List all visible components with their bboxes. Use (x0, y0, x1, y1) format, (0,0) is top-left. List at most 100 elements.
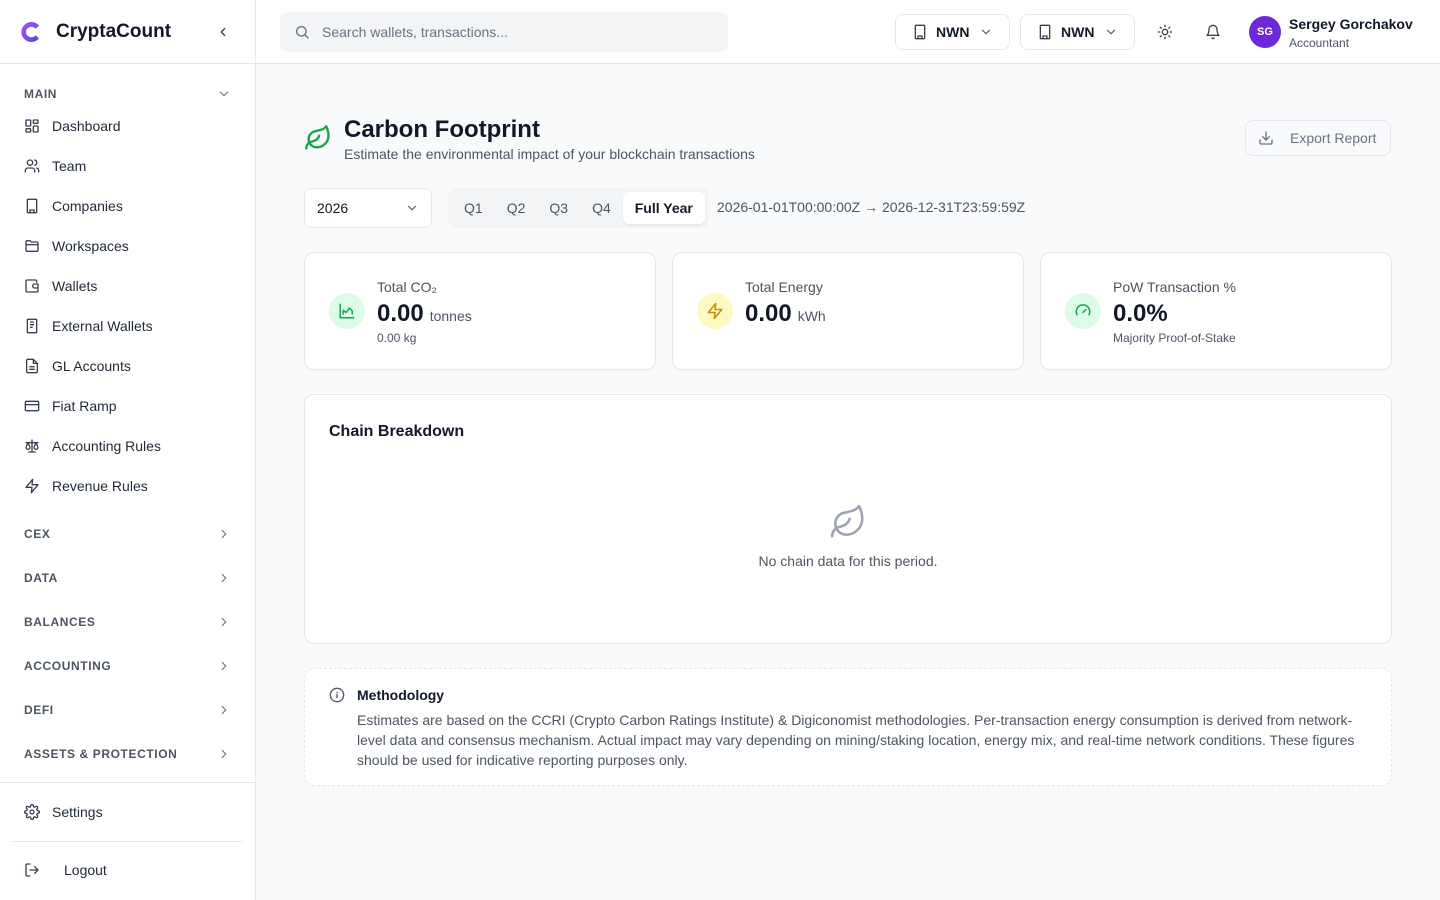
user-name[interactable]: Sergey Gorchakov (1289, 16, 1413, 32)
leaf-icon (305, 125, 330, 150)
section-defi-header[interactable]: DEFI (0, 688, 255, 732)
sidebar-item-workspaces[interactable]: Workspaces (0, 226, 255, 266)
sidebar-item-fiat-ramp[interactable]: Fiat Ramp (0, 386, 255, 426)
sidebar-item-gl-accounts[interactable]: GL Accounts (0, 346, 255, 386)
sidebar-item-label: Dashboard (52, 118, 121, 134)
file-text-icon (26, 358, 38, 374)
tab-q4[interactable]: Q4 (580, 192, 623, 224)
section-balances-header[interactable]: BALANCES (0, 600, 255, 644)
section-main-label: MAIN (24, 87, 58, 101)
sidebar-item-label: Companies (52, 198, 123, 214)
logout-icon (25, 863, 39, 877)
chevron-left-icon (220, 27, 226, 36)
brand: CryptaCount (0, 0, 255, 64)
date-range: 2026-01-01T00:00:00Z → 2026-12-31T23:59:… (717, 199, 1026, 215)
users-icon (24, 159, 40, 173)
main-nav: Dashboard Team Companies Workspaces Wall… (0, 106, 255, 506)
collapse-sidebar-button[interactable] (211, 20, 235, 44)
co2-icon-badge (329, 293, 365, 329)
chain-breakdown-title: Chain Breakdown (329, 423, 465, 440)
chart-icon (339, 303, 355, 319)
tab-q3[interactable]: Q3 (537, 192, 580, 224)
app-name: CryptaCount (56, 20, 172, 42)
section-accounting-header[interactable]: ACCOUNTING (0, 644, 255, 688)
empty-state-text: No chain data for this period. (758, 553, 938, 569)
topbar: NWN NWN SG Sergey Gorchakov Accountant (256, 0, 1440, 64)
search-icon (296, 26, 309, 39)
sidebar-item-revenue-rules[interactable]: Revenue Rules (0, 466, 255, 506)
entity-selector-2[interactable]: NWN (1020, 14, 1136, 50)
entity-selector-1[interactable]: NWN (895, 14, 1011, 50)
energy-icon-badge (697, 293, 733, 329)
building-icon (26, 198, 38, 214)
stat-label: Total CO₂ (377, 279, 437, 295)
entity-label: NWN (936, 24, 970, 40)
tab-q2[interactable]: Q2 (495, 192, 538, 224)
page-title: Carbon Footprint (344, 116, 540, 143)
section-label: CEX (24, 527, 51, 541)
stat-unit: tonnes (429, 308, 472, 324)
stat-unit: kWh (797, 308, 826, 324)
stat-value: 0.00 (745, 300, 792, 327)
sidebar-item-companies[interactable]: Companies (0, 186, 255, 226)
stat-value-line: 0.00 tonnes (377, 300, 472, 328)
zap-icon (25, 478, 39, 494)
gauge-icon (1075, 304, 1091, 316)
logout-label: Logout (64, 862, 107, 878)
scale-icon (25, 439, 39, 453)
sidebar-item-accounting-rules[interactable]: Accounting Rules (0, 426, 255, 466)
section-label: BALANCES (24, 615, 96, 629)
sidebar-item-settings[interactable]: Settings (0, 783, 255, 841)
info-icon (329, 687, 345, 703)
section-label: DEFI (24, 703, 54, 717)
sidebar-item-dashboard[interactable]: Dashboard (0, 106, 255, 146)
gear-icon (24, 804, 40, 820)
stat-value: 0.0% (1113, 300, 1168, 327)
section-assets-protection-header[interactable]: ASSETS & PROTECTION (0, 732, 255, 776)
stat-sub: 0.00 kg (377, 331, 417, 345)
chevron-down-icon (982, 29, 991, 35)
avatar[interactable]: SG (1249, 16, 1281, 48)
stat-sub: Majority Proof-of-Stake (1113, 331, 1236, 345)
chevron-down-icon (219, 91, 229, 97)
search-input[interactable] (322, 24, 702, 40)
building-icon (1039, 24, 1051, 40)
tab-q1[interactable]: Q1 (452, 192, 495, 224)
methodology-card: Methodology Estimates are based on the C… (304, 668, 1392, 786)
chevron-right-icon (221, 705, 227, 715)
sidebar-item-team[interactable]: Team (0, 146, 255, 186)
page-subtitle: Estimate the environmental impact of you… (344, 146, 755, 162)
section-label: DATA (24, 571, 58, 585)
sidebar-item-wallets[interactable]: Wallets (0, 266, 255, 306)
year-value: 2026 (317, 200, 349, 216)
search-box[interactable] (280, 12, 728, 52)
dashboard-icon (25, 119, 39, 133)
section-label: ACCOUNTING (24, 659, 112, 673)
sidebar-item-external-wallets[interactable]: External Wallets (0, 306, 255, 346)
year-select[interactable]: 2026 (304, 188, 432, 228)
settings-label: Settings (52, 804, 103, 820)
theme-toggle-button[interactable] (1153, 20, 1177, 44)
bell-icon (1206, 24, 1220, 40)
stat-label: PoW Transaction % (1113, 279, 1236, 295)
logout-button[interactable]: Logout (0, 842, 255, 898)
export-report-button[interactable]: Export Report (1245, 120, 1391, 156)
chevron-down-icon (1107, 29, 1116, 35)
entity-label: NWN (1061, 24, 1095, 40)
sun-icon (1157, 24, 1173, 40)
cryptacount-logo[interactable] (20, 20, 44, 44)
chevron-right-icon (221, 529, 227, 539)
section-cex-header[interactable]: CEX (0, 512, 255, 556)
sidebar-item-label: GL Accounts (52, 358, 131, 374)
sidebar-item-label: Revenue Rules (52, 478, 148, 494)
stat-value-line: 0.00 kWh (745, 300, 826, 328)
stat-card-energy: Total Energy 0.00 kWh (672, 252, 1024, 370)
section-data-header[interactable]: DATA (0, 556, 255, 600)
user-role: Accountant (1289, 36, 1350, 50)
export-label: Export Report (1290, 130, 1377, 146)
sidebar: CryptaCount MAIN Dashboard Team Companie… (0, 0, 256, 900)
chevron-down-icon (407, 205, 417, 211)
tab-full-year[interactable]: Full Year (622, 192, 705, 224)
period-tabs: Q1 Q2 Q3 Q4 Full Year (448, 188, 709, 228)
notifications-button[interactable] (1201, 20, 1225, 44)
